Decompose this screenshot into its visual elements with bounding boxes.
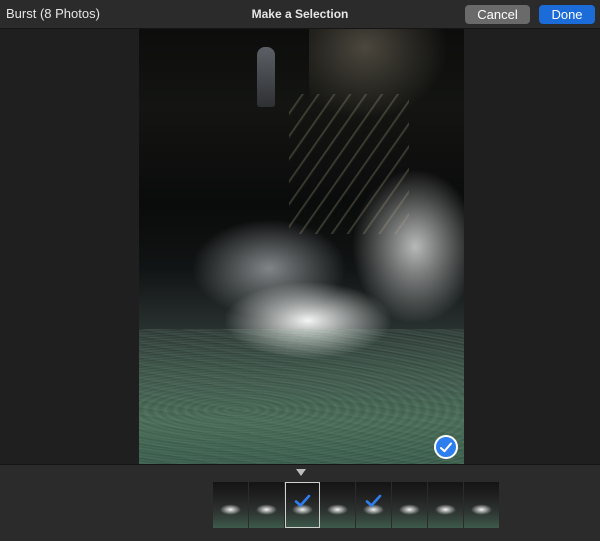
burst-count-title: Burst (8 Photos)	[6, 6, 100, 21]
title-bar: Burst (8 Photos) Make a Selection Cancel…	[0, 0, 600, 29]
burst-thumbnail[interactable]	[463, 482, 499, 528]
selected-checkmark-icon[interactable]	[434, 435, 458, 459]
burst-thumbnail[interactable]	[320, 482, 356, 528]
cancel-button[interactable]: Cancel	[465, 5, 530, 24]
thumbnail-row	[213, 482, 499, 528]
main-photo[interactable]	[139, 29, 464, 464]
thumbnail-checkmark-icon	[365, 494, 382, 513]
current-frame-pointer-icon	[296, 469, 306, 476]
burst-thumbnail[interactable]	[356, 482, 392, 528]
burst-thumbnail[interactable]	[427, 482, 463, 528]
done-button[interactable]: Done	[539, 5, 595, 24]
burst-thumbnail[interactable]	[284, 482, 320, 528]
filmstrip	[0, 464, 600, 541]
photo-stage	[0, 29, 600, 464]
burst-thumbnail[interactable]	[213, 482, 248, 528]
thumbnail-checkmark-icon	[294, 494, 311, 513]
burst-thumbnail[interactable]	[248, 482, 284, 528]
water-surface	[139, 329, 464, 464]
burst-selection-window: Burst (8 Photos) Make a Selection Cancel…	[0, 0, 600, 541]
person-silhouette	[257, 47, 275, 107]
burst-thumbnail[interactable]	[391, 482, 427, 528]
stairs-railing	[289, 94, 409, 234]
